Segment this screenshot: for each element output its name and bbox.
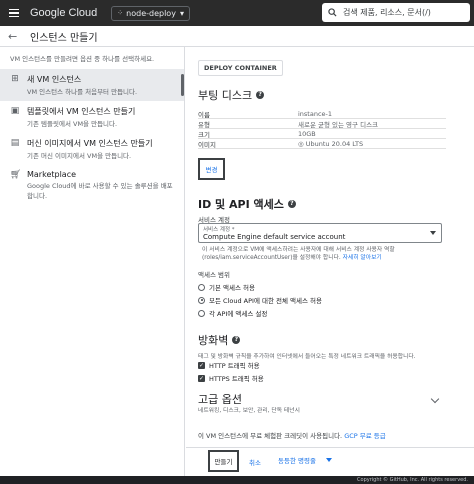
row-value: instance-1 xyxy=(298,109,333,118)
search-input[interactable]: 검색 제품, 리소스, 문서(/) xyxy=(322,3,470,22)
radio-icon xyxy=(198,283,205,291)
boot-disk-table: 이름 instance-1 유형 새로운 균형 있는 영구 디스크 크기 10GB 이… xyxy=(198,109,446,149)
row-key: 유형 xyxy=(198,120,210,129)
option-from-machine-image[interactable]: ▤ 머신 이미지에서 VM 인스턴스 만들기 기존 머신 이미지에서 VM을 만… xyxy=(0,133,184,165)
chevron-down-icon: ▾ xyxy=(179,8,184,18)
service-account-select[interactable]: 서비스 계정 * Compute Engine default service … xyxy=(198,223,442,243)
help-icon[interactable]: ? xyxy=(256,91,265,99)
option-title: 머신 이미지에서 VM 인스턴스 만들기 xyxy=(27,139,153,148)
access-scope-label: 액세스 범위 xyxy=(198,271,230,279)
checkbox-label: HTTPS 트래픽 허용 xyxy=(209,375,264,383)
firewall-desc: 태그 및 방화벽 규칙을 추가하여 인터넷에서 들어오는 특정 네트워크 트래픽… xyxy=(198,354,416,360)
radio-label: 기본 액세스 허용 xyxy=(209,284,255,292)
free-trial-note: 이 VM 인스턴스에 무료 체험판 크레딧이 사용됩니다. GCP 무료 등급 xyxy=(198,430,386,440)
menu-icon[interactable] xyxy=(4,0,24,26)
row-key: 이미지 xyxy=(198,140,216,149)
free-note-text: 이 VM 인스턴스에 무료 체험판 크레딧이 사용됩니다. xyxy=(198,432,343,440)
table-row: 크기 10GB xyxy=(198,129,446,139)
scope-radio-full[interactable]: 모든 Cloud API에 대한 전체 액세스 허용 xyxy=(198,295,322,305)
boot-disk-heading: 부팅 디스크 ? xyxy=(198,87,265,103)
advanced-desc: 네트워킹, 디스크, 보안, 관리, 단독 테넌시 xyxy=(198,408,300,414)
image-name: Ubuntu 20.04 LTS xyxy=(305,139,364,148)
firewall-heading: 방화벽 ? xyxy=(198,332,241,348)
row-value: ◎ Ubuntu 20.04 LTS xyxy=(298,140,363,148)
project-dots-icon: ⁘ xyxy=(117,9,123,17)
row-key: 크기 xyxy=(198,130,210,139)
checkbox-checked-icon: ✓ xyxy=(198,361,205,369)
creation-options-panel: VM 인스턴스를 만들려면 옵션 중 하나를 선택하세요. ⊞ 새 VM 인스턴… xyxy=(0,47,185,476)
option-title: 템플릿에서 VM 인스턴스 만들기 xyxy=(27,107,136,116)
google-cloud-logo[interactable]: Google Cloud xyxy=(30,7,97,19)
template-icon: ▣ xyxy=(10,106,20,116)
footer: Copyright © GitHub, Inc. All rights rese… xyxy=(0,476,474,484)
option-new-vm[interactable]: ⊞ 새 VM 인스턴스 VM 인스턴스 하나를 처음부터 만듭니다. xyxy=(0,69,184,101)
equivalent-command-button[interactable]: 동등한 명령줄 xyxy=(278,455,332,465)
dropdown-caret-icon xyxy=(430,231,436,235)
search-icon xyxy=(328,8,337,17)
option-title: Marketplace xyxy=(27,170,77,179)
radio-icon xyxy=(198,309,205,317)
action-bar: 만들기 취소 동등한 명령줄 xyxy=(186,447,474,476)
add-icon: ⊞ xyxy=(11,74,19,84)
deploy-container-button[interactable]: DEPLOY CONTAINER xyxy=(198,60,283,76)
service-account-help: 이 서비스 계정으로 VM에 액세스하려는 사용자에 대해 서비스 계정 사용자… xyxy=(202,246,442,262)
scrollbar-thumb[interactable] xyxy=(181,74,184,96)
machine-image-icon: ▤ xyxy=(10,138,20,148)
top-app-bar: Google Cloud ⁘ node-deploy ▾ 검색 제품, 리소스,… xyxy=(0,0,474,26)
project-name: node-deploy xyxy=(126,8,176,18)
option-desc: 기존 템플릿에서 VM을 만듭니다. xyxy=(27,120,118,128)
help-icon[interactable]: ? xyxy=(287,200,296,208)
radio-label: 각 API에 액세스 설정 xyxy=(209,310,268,318)
page-title: 인스턴스 만들기 xyxy=(30,32,98,44)
firewall-title: 방화벽 xyxy=(198,334,229,347)
table-row: 유형 새로운 균형 있는 영구 디스크 xyxy=(198,119,446,129)
option-desc: 기존 머신 이미지에서 VM을 만듭니다. xyxy=(27,152,132,160)
id-api-title: ID 및 API 액세스 xyxy=(198,198,284,211)
create-button[interactable]: 만들기 xyxy=(208,450,239,472)
checkbox-checked-icon: ✓ xyxy=(198,374,205,382)
option-marketplace[interactable]: 🛒︎ Marketplace Google Cloud에 바로 사용할 수 있는… xyxy=(0,165,184,205)
change-boot-disk-button[interactable]: 변경 xyxy=(198,158,225,180)
http-checkbox[interactable]: ✓ HTTP 트래픽 허용 xyxy=(198,360,260,370)
scope-radio-custom[interactable]: 각 API에 액세스 설정 xyxy=(198,308,267,318)
select-value: Compute Engine default service account xyxy=(203,233,346,241)
row-value: 10GB xyxy=(298,129,316,138)
option-from-template[interactable]: ▣ 템플릿에서 VM 인스턴스 만들기 기존 템플릿에서 VM을 만듭니다. xyxy=(0,101,184,133)
table-row: 이미지 ◎ Ubuntu 20.04 LTS xyxy=(198,139,446,149)
boot-disk-title: 부팅 디스크 xyxy=(198,89,253,102)
search-placeholder: 검색 제품, 리소스, 문서(/) xyxy=(343,8,431,17)
row-key: 이름 xyxy=(198,110,210,119)
back-arrow-icon[interactable]: ← xyxy=(8,30,22,43)
learn-more-link[interactable]: 자세히 알아보기 xyxy=(343,255,382,261)
dropdown-caret-icon xyxy=(325,458,332,462)
option-title: 새 VM 인스턴스 xyxy=(27,75,82,84)
id-api-heading: ID 및 API 액세스 ? xyxy=(198,196,296,212)
table-row: 이름 instance-1 xyxy=(198,109,446,119)
select-floating-label: 서비스 계정 * xyxy=(203,227,235,233)
scope-radio-default[interactable]: 기본 액세스 허용 xyxy=(198,282,255,292)
row-value: 새로운 균형 있는 영구 디스크 xyxy=(298,120,379,129)
marketplace-icon: 🛒︎ xyxy=(10,170,22,180)
ubuntu-icon: ◎ xyxy=(298,139,306,148)
equivalent-label: 동등한 명령줄 xyxy=(278,457,316,465)
help-icon[interactable]: ? xyxy=(232,336,241,344)
free-tier-link[interactable]: GCP 무료 등급 xyxy=(344,432,386,440)
expand-chevron-icon[interactable] xyxy=(430,394,440,404)
https-checkbox[interactable]: ✓ HTTPS 트래픽 허용 xyxy=(198,373,264,383)
cancel-button[interactable]: 취소 xyxy=(249,457,261,467)
copyright-text: Copyright © GitHub, Inc. All rights rese… xyxy=(357,476,468,483)
project-selector[interactable]: ⁘ node-deploy ▾ xyxy=(111,5,190,21)
options-intro: VM 인스턴스를 만들려면 옵션 중 하나를 선택하세요. xyxy=(10,55,155,63)
option-desc: VM 인스턴스 하나를 처음부터 만듭니다. xyxy=(27,88,138,96)
checkbox-label: HTTP 트래픽 허용 xyxy=(209,362,260,370)
option-desc: Google Cloud에 바로 사용할 수 있는 솔루션을 배포합니다. xyxy=(27,182,173,200)
page-header: ← 인스턴스 만들기 xyxy=(0,26,474,47)
instance-form: DEPLOY CONTAINER 부팅 디스크 ? 이름 instance-1 유… xyxy=(186,47,474,476)
radio-label: 모든 Cloud API에 대한 전체 액세스 허용 xyxy=(209,297,323,305)
radio-selected-icon xyxy=(198,296,205,304)
